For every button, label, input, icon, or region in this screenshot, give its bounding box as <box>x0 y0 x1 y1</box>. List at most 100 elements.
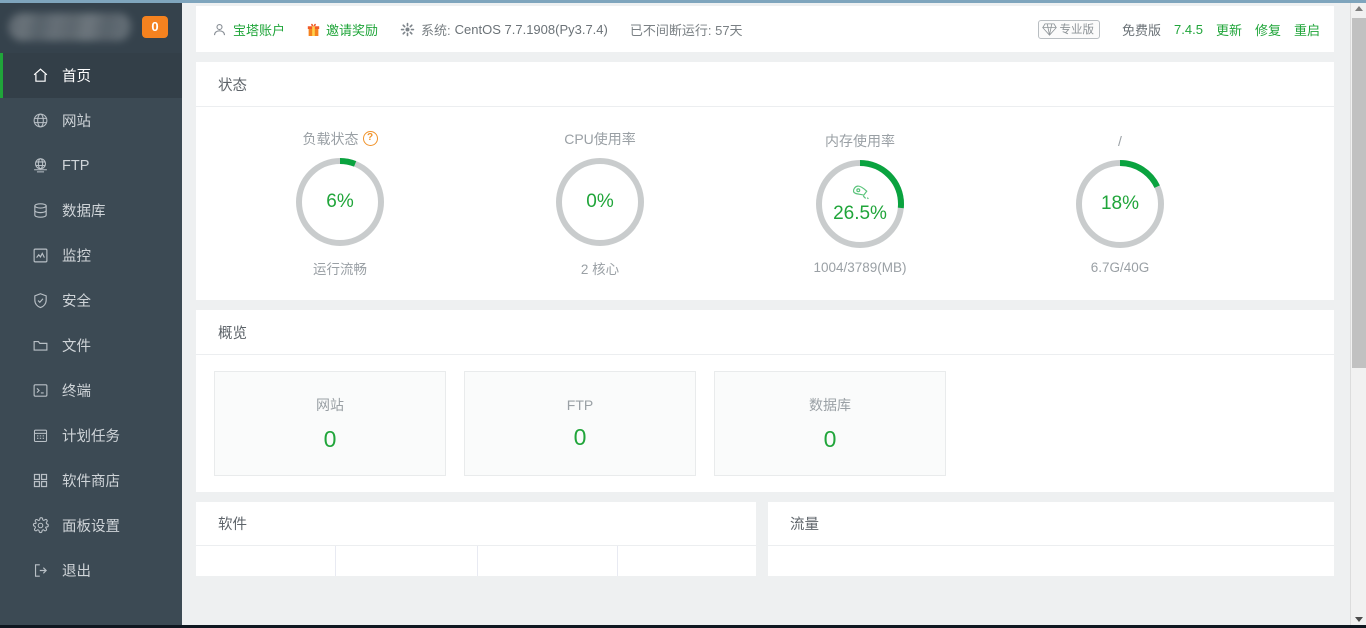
traffic-body <box>768 546 1334 576</box>
system-value: CentOS 7.7.1908(Py3.7.4) <box>454 21 608 37</box>
calendar-icon <box>31 427 49 445</box>
gauge-value: 26.5% <box>833 203 887 224</box>
info-topbar: 宝塔账户 邀请奖励 系统: CentOS 7.7.1908(Py3.7.4) 已… <box>196 6 1334 52</box>
notification-badge[interactable]: 0 <box>142 15 168 38</box>
overview-box-2[interactable]: 数据库 0 <box>714 371 946 476</box>
sidebar-item-11[interactable]: 退出 <box>0 548 182 593</box>
sidebar-item-1[interactable]: 网站 <box>0 98 182 143</box>
chevron-down-icon <box>1355 617 1363 622</box>
sidebar-item-5[interactable]: 安全 <box>0 278 182 323</box>
user-icon <box>212 22 227 37</box>
logout-icon <box>31 562 49 580</box>
sidebar-item-label: 面板设置 <box>62 519 120 535</box>
gauge-title: 负载状态? <box>303 130 378 148</box>
traffic-section-title: 流量 <box>768 502 1334 546</box>
sidebar-item-10[interactable]: 面板设置 <box>0 503 182 548</box>
sidebar-item-7[interactable]: 终端 <box>0 368 182 413</box>
system-info-group: 系统: CentOS 7.7.1908(Py3.7.4) <box>400 20 608 39</box>
database-icon <box>31 202 49 220</box>
gauge-ring: 18% <box>1073 157 1167 251</box>
software-col-3 <box>478 546 618 576</box>
overview-box-label: 数据库 <box>809 396 851 413</box>
gauge-title: CPU使用率 <box>564 130 636 148</box>
overview-box-1[interactable]: FTP 0 <box>464 371 696 476</box>
gauge-1: CPU使用率 0% 2 核心 <box>470 130 730 278</box>
overview-boxes: 网站 0 FTP 0 数据库 0 <box>196 355 1334 492</box>
bt-account-link[interactable]: 宝塔账户 <box>233 20 285 39</box>
gauge-value: 0% <box>586 190 614 212</box>
invite-reward-group[interactable]: 邀请奖励 <box>307 20 378 39</box>
overview-section-title: 概览 <box>196 310 1334 355</box>
gauge-center: 6% <box>293 155 387 249</box>
system-label: 系统: <box>421 22 451 38</box>
sidebar-item-label: 首页 <box>62 69 91 85</box>
gift-icon <box>307 22 320 37</box>
gauge-ring: 26.5% <box>813 157 907 251</box>
update-button[interactable]: 更新 <box>1216 20 1242 39</box>
uptime-group: 已不间断运行: 57天 <box>630 20 743 39</box>
version-number: 7.4.5 <box>1174 21 1203 37</box>
gauge-title-text: 内存使用率 <box>825 133 895 149</box>
software-section: 软件 <box>196 502 756 576</box>
pro-badge-label: 专业版 <box>1059 24 1095 36</box>
software-section-title: 软件 <box>196 502 756 546</box>
sidebar-item-9[interactable]: 软件商店 <box>0 458 182 503</box>
chevron-up-icon <box>1355 6 1363 11</box>
bt-account-group[interactable]: 宝塔账户 <box>212 20 285 39</box>
status-section-title: 状态 <box>196 62 1334 107</box>
overview-box-count: 0 <box>323 425 337 452</box>
gauge-subtext: 2 核心 <box>580 261 620 277</box>
gauge-3: / 18% 6.7G/40G <box>990 132 1250 275</box>
sidebar-item-label: 退出 <box>62 564 91 580</box>
bottom-row: 软件 流量 <box>196 502 1334 576</box>
traffic-section: 流量 <box>768 502 1334 576</box>
sidebar-item-8[interactable]: 计划任务 <box>0 413 182 458</box>
sidebar-item-label: 网站 <box>62 114 91 130</box>
logo-redacted <box>8 12 132 41</box>
overview-box-0[interactable]: 网站 0 <box>214 371 446 476</box>
gauge-title-text: 负载状态 <box>302 130 359 147</box>
gauge-ring: 6% <box>293 155 387 249</box>
uptime-text: 已不间断运行: 57天 <box>629 22 743 38</box>
window-top-edge <box>0 0 1366 3</box>
gauge-title: 内存使用率 <box>825 132 895 150</box>
pro-version-badge[interactable]: 专业版 <box>1037 19 1101 39</box>
system-icon <box>400 22 415 37</box>
overview-section: 概览 网站 0 FTP 0 数据库 0 <box>196 310 1334 492</box>
gauge-subtext: 6.7G/40G <box>1090 260 1150 275</box>
home-icon <box>31 67 49 85</box>
software-col-4 <box>618 546 756 576</box>
page-scrollbar[interactable] <box>1350 0 1366 628</box>
overview-box-label: FTP <box>566 396 594 413</box>
sidebar-item-label: 监控 <box>62 249 91 265</box>
sidebar-item-6[interactable]: 文件 <box>0 323 182 368</box>
sidebar-item-label: FTP <box>62 157 90 174</box>
gauge-title-text: / <box>1118 133 1122 149</box>
grid-icon <box>31 472 49 490</box>
main-content: 宝塔账户 邀请奖励 系统: CentOS 7.7.1908(Py3.7.4) 已… <box>182 0 1366 628</box>
sidebar-item-0[interactable]: 首页 <box>0 53 182 98</box>
free-version-label: 免费版 <box>1122 22 1162 38</box>
restart-button[interactable]: 重启 <box>1294 20 1320 39</box>
gauge-0: 负载状态? 6% 运行流畅 <box>210 130 470 278</box>
overview-box-label: 网站 <box>316 396 344 413</box>
sidebar-item-3[interactable]: 数据库 <box>0 188 182 233</box>
scrollbar-thumb[interactable] <box>1352 18 1366 368</box>
sidebar-item-label: 安全 <box>62 294 91 310</box>
software-table-header <box>196 546 756 576</box>
chart-icon <box>31 247 49 265</box>
software-col-2 <box>336 546 478 576</box>
repair-button[interactable]: 修复 <box>1255 20 1281 39</box>
sidebar-item-label: 数据库 <box>62 204 106 220</box>
gauge-value: 6% <box>326 190 354 212</box>
status-section: 状态 负载状态? 6% 运行流畅 CPU使用率 0% 2 核心 内存使用率 26.5% 1004… <box>196 62 1334 300</box>
gauge-subtext: 1004/3789(MB) <box>813 260 907 275</box>
help-icon[interactable]: ? <box>362 131 378 146</box>
sidebar-item-4[interactable]: 监控 <box>0 233 182 278</box>
gauge-title: / <box>1118 132 1122 150</box>
shield-icon <box>31 292 49 310</box>
invite-reward-link[interactable]: 邀请奖励 <box>326 20 378 39</box>
sidebar-item-2[interactable]: FTP <box>0 143 182 188</box>
gauge-ring: 0% <box>553 155 647 249</box>
sidebar-item-label: 文件 <box>62 339 91 355</box>
